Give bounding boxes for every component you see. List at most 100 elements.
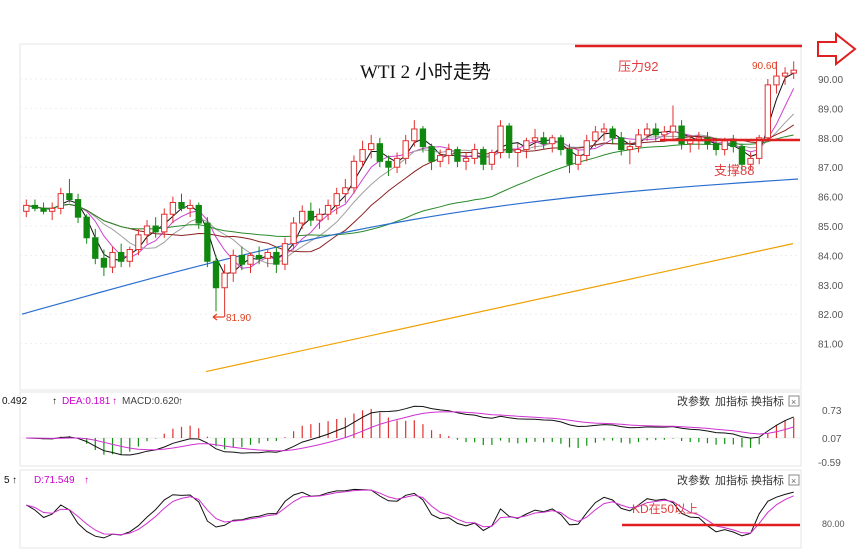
candle-body bbox=[669, 125, 677, 133]
price-tick-label: 83.00 bbox=[818, 281, 843, 292]
candle-body bbox=[497, 125, 504, 153]
long-ma-line bbox=[205, 243, 794, 373]
candle-body bbox=[781, 72, 789, 77]
macd-param-button[interactable]: 改参数 bbox=[677, 394, 710, 408]
chart-title: WTI 2 小时走势 bbox=[360, 61, 491, 83]
candle-body bbox=[437, 154, 444, 162]
candle-body bbox=[523, 140, 530, 151]
up-arrow-icon: ↑ bbox=[84, 475, 89, 486]
high-label: 90.60 bbox=[752, 61, 777, 72]
macd-tick: 0.07 bbox=[822, 434, 842, 445]
candle-body bbox=[247, 254, 254, 265]
candle-body bbox=[411, 128, 418, 142]
candle-body bbox=[333, 193, 340, 206]
macd-diff-label: 0.492 bbox=[2, 396, 27, 407]
candle-body bbox=[126, 249, 133, 262]
candle-body bbox=[618, 137, 625, 151]
candle-body bbox=[790, 69, 797, 74]
candle-body bbox=[161, 213, 168, 233]
candle-body bbox=[178, 201, 185, 209]
candle-body bbox=[143, 225, 151, 236]
candle-body bbox=[393, 157, 401, 168]
candle-body bbox=[730, 140, 737, 148]
grid-lines bbox=[20, 78, 800, 345]
price-tick-label: 81.00 bbox=[818, 340, 843, 351]
candle-body bbox=[342, 187, 349, 195]
support-label: 支撑88 bbox=[714, 163, 754, 178]
candle-body bbox=[281, 243, 289, 265]
candlestick-series bbox=[23, 61, 797, 318]
candle-body bbox=[273, 251, 280, 265]
resistance-label: 压力92 bbox=[618, 59, 658, 74]
candle-body bbox=[74, 199, 82, 218]
candle-body bbox=[40, 207, 47, 212]
kd-tick: 80.00 bbox=[822, 519, 845, 529]
candle-body bbox=[57, 193, 64, 209]
price-tick-label: 90.00 bbox=[818, 75, 843, 86]
candle-body bbox=[643, 128, 651, 136]
low-arrow-icon bbox=[212, 313, 224, 321]
low-label: 81.90 bbox=[226, 313, 251, 324]
candle-body bbox=[117, 251, 125, 262]
up-arrow-icon: ↑ bbox=[52, 396, 57, 407]
candle-body bbox=[135, 234, 142, 251]
candle-body bbox=[299, 210, 306, 224]
candle-body bbox=[66, 193, 73, 201]
candle-body bbox=[49, 207, 56, 212]
macd-tick: -0.59 bbox=[818, 458, 841, 469]
arrow-right-icon bbox=[817, 31, 857, 67]
candle-body bbox=[445, 149, 452, 156]
candle-body bbox=[652, 128, 659, 136]
wti-chart: 90.00 89.00 88.00 87.00 86.00 85.00 84.00 83.00… bbox=[2, 31, 857, 549]
price-tick-label: 85.00 bbox=[818, 222, 843, 233]
macd-add-indicator-button[interactable]: 加指标 bbox=[715, 394, 748, 408]
price-tick-label: 84.00 bbox=[818, 251, 843, 262]
candle-body bbox=[454, 149, 461, 162]
candle-body bbox=[574, 154, 582, 165]
candle-body bbox=[100, 257, 108, 268]
candle-body bbox=[31, 204, 39, 209]
candle-body bbox=[635, 134, 642, 148]
candle-body bbox=[583, 140, 590, 156]
close-icon-glyph: × bbox=[791, 397, 796, 407]
macd-series bbox=[26, 405, 795, 456]
kd-d-label: D:71.549 bbox=[34, 475, 75, 486]
kd-k-label: 5 bbox=[4, 475, 10, 486]
candle-body bbox=[531, 137, 539, 142]
candle-body bbox=[428, 146, 435, 162]
price-tick-label: 86.00 bbox=[818, 193, 843, 204]
candle-body bbox=[238, 254, 246, 265]
candle-body bbox=[480, 149, 487, 165]
price-tick-label: 87.00 bbox=[818, 163, 843, 174]
candle-body bbox=[471, 149, 478, 159]
candle-body bbox=[230, 254, 237, 274]
candle-body bbox=[376, 143, 383, 162]
candle-body bbox=[204, 222, 211, 262]
close-icon-glyph: × bbox=[791, 476, 796, 486]
candle-body bbox=[264, 251, 271, 259]
candle-body bbox=[368, 143, 375, 151]
moving-average-line bbox=[26, 134, 794, 238]
macd-tick: 0.73 bbox=[822, 406, 842, 417]
candle-body bbox=[557, 137, 565, 151]
price-tick-label: 82.00 bbox=[818, 310, 843, 321]
candle-body bbox=[540, 137, 547, 145]
macd-switch-indicator-button[interactable]: 换指标 bbox=[751, 394, 784, 408]
candle-body bbox=[221, 272, 228, 289]
candle-body bbox=[721, 140, 728, 151]
kd-switch-indicator-button[interactable]: 换指标 bbox=[751, 473, 784, 487]
price-tick-label: 88.00 bbox=[818, 134, 843, 145]
candle-body bbox=[255, 254, 263, 259]
main-panel-frame bbox=[19, 43, 802, 391]
candle-body bbox=[23, 204, 30, 212]
kd-param-button[interactable]: 改参数 bbox=[677, 473, 710, 487]
moving-average-lines bbox=[21, 72, 799, 373]
candle-body bbox=[566, 149, 573, 165]
candle-body bbox=[661, 131, 668, 136]
candle-body bbox=[505, 125, 513, 153]
price-axis-ticks: 90.00 89.00 88.00 87.00 86.00 85.00 84.00 83.00… bbox=[818, 75, 843, 351]
macd-dea-line bbox=[26, 411, 794, 452]
candle-body bbox=[169, 201, 177, 215]
candle-body bbox=[350, 160, 358, 189]
kd-add-indicator-button[interactable]: 加指标 bbox=[715, 473, 748, 487]
